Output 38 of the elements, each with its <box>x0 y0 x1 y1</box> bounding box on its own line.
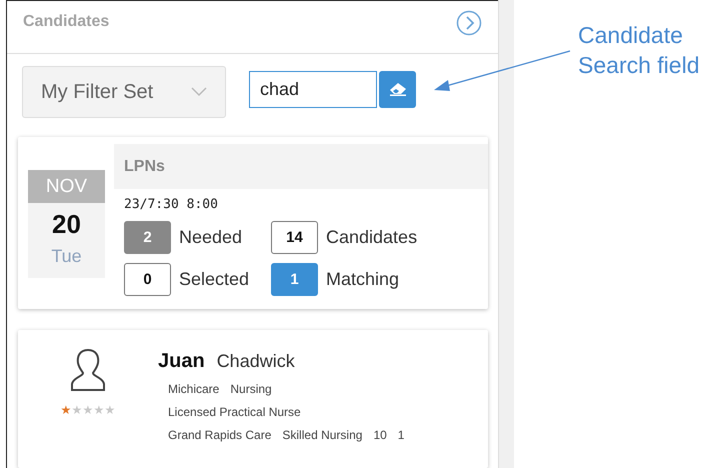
count-label: Matching <box>326 269 400 290</box>
candidate-detail: Licensed Practical Nurse <box>168 404 301 419</box>
panel-title: Candidates <box>23 13 110 32</box>
candidate-detail: Nursing <box>230 382 272 396</box>
search-field[interactable]: chad <box>249 70 377 108</box>
shift-title: LPNs <box>114 144 488 190</box>
last-name: Chadwick <box>216 350 295 372</box>
candidate-detail: 1 <box>398 428 404 442</box>
annotation-text: Candidate Search field <box>577 21 700 80</box>
shift-time: 23/7:30 8:00 <box>124 197 219 212</box>
count-label: Selected <box>179 269 250 290</box>
filter-set-dropdown[interactable]: My Filter Set <box>22 66 226 118</box>
star-icon: ★ <box>82 404 94 416</box>
star-icon: ★ <box>72 404 82 416</box>
star-icon: ★ <box>104 404 116 416</box>
star-icon: ★ <box>60 404 72 416</box>
shift-day: 20 <box>52 209 81 240</box>
candidate-detail: Grand Rapids Care <box>168 428 272 442</box>
eraser-icon <box>388 82 406 96</box>
count-badge: 2 <box>124 221 171 254</box>
shift-card[interactable]: NOV 20 Tue LPNs 23/7:30 8:00 2 Needed 14 Candidates 0 Selected 1 Matching <box>18 137 488 309</box>
count-badge: 14 <box>271 221 318 254</box>
first-name: Juan <box>158 350 205 373</box>
chevron-down-icon <box>191 87 207 98</box>
shift-weekday: Tue <box>51 246 82 268</box>
count-badge: 1 <box>271 263 318 296</box>
candidate-detail: Skilled Nursing <box>282 428 362 442</box>
count-label: Needed <box>179 227 242 248</box>
person-icon <box>69 348 107 392</box>
clear-search-button[interactable] <box>379 70 416 108</box>
count-badge: 0 <box>124 263 171 296</box>
star-icon: ★ <box>94 404 104 416</box>
count-label: Candidates <box>326 227 418 248</box>
candidate-detail: 10 <box>373 428 387 442</box>
candidate-card[interactable]: ★★★★★ Juan Chadwick Michicare Nursing Licensed Practical Nurse Grand Rapids Care Skilled Nursing 10 1 <box>18 330 488 468</box>
candidate-detail: Michicare <box>168 382 220 396</box>
chevron-right-icon[interactable] <box>456 10 482 36</box>
shift-month: NOV <box>28 170 105 204</box>
